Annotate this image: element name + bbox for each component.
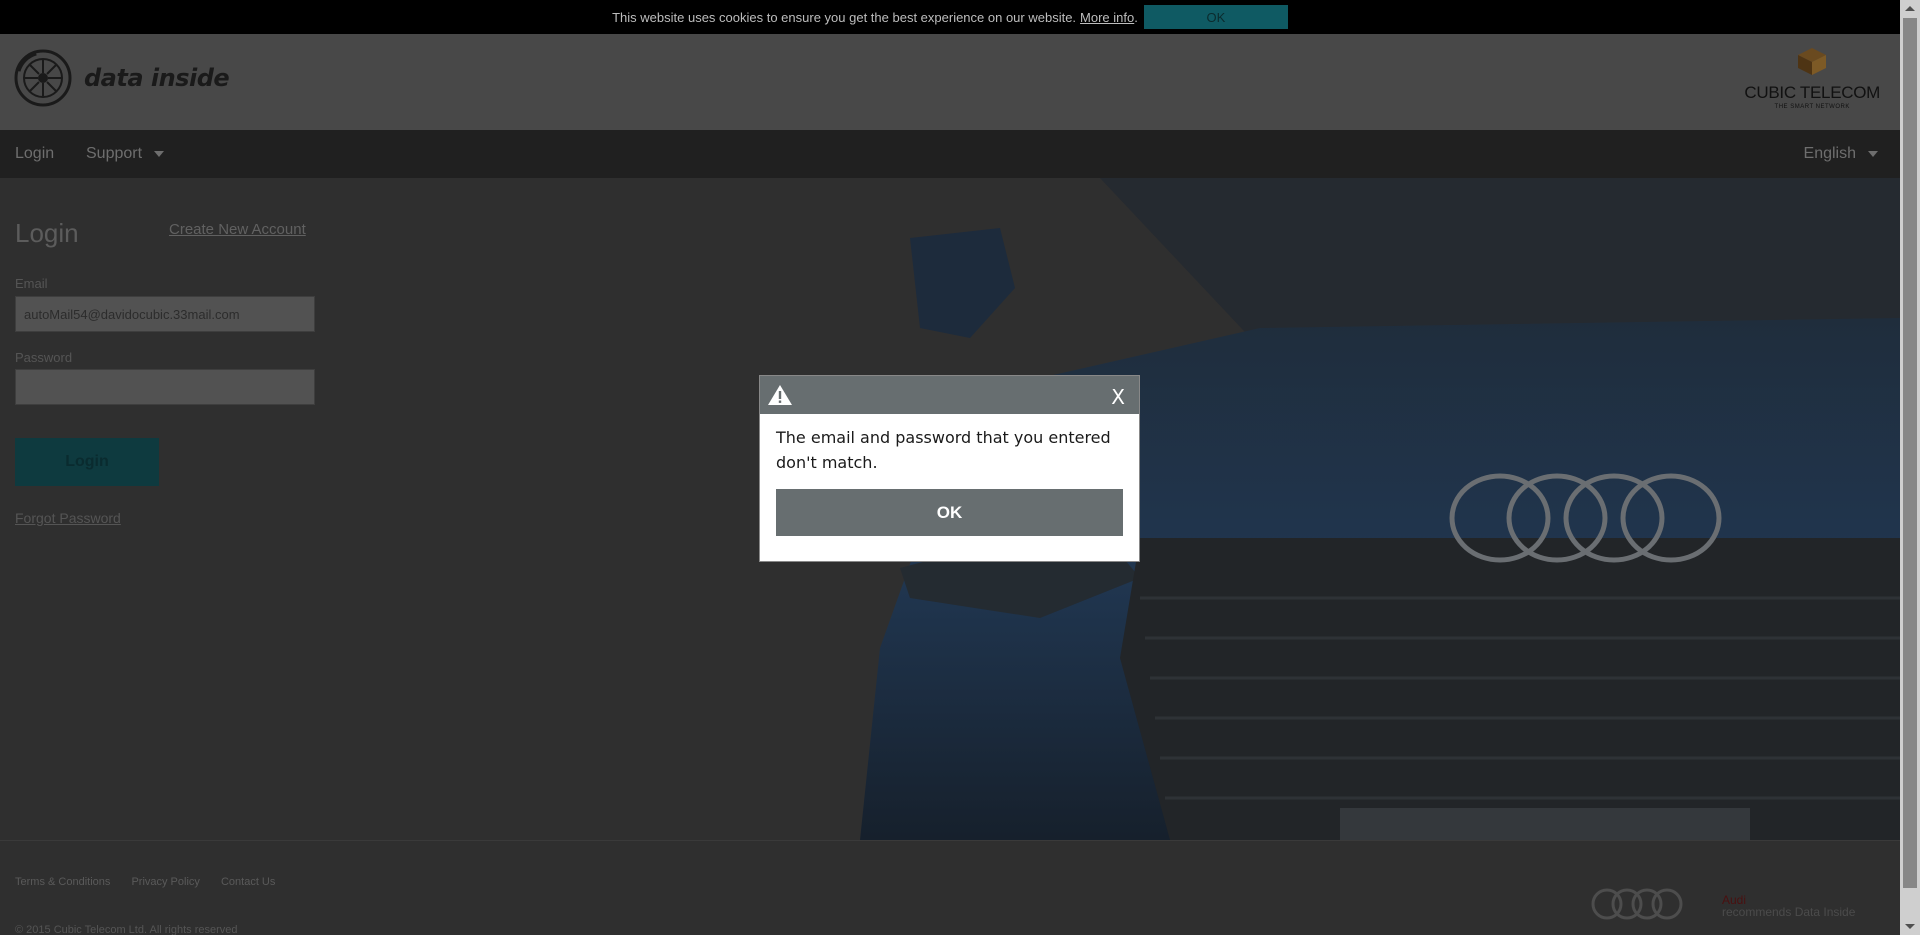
nav-support-label: Support — [86, 145, 143, 162]
chevron-down-icon — [154, 150, 165, 157]
password-field[interactable] — [15, 369, 315, 405]
language-select[interactable]: English — [1804, 145, 1878, 163]
language-label: English — [1803, 145, 1856, 162]
partner-name: CUBIC TELECOM — [1744, 83, 1880, 102]
cookie-ok-button[interactable]: OK — [1143, 5, 1288, 29]
dialog-header: X — [760, 376, 1139, 414]
cookie-message: This website uses cookies to ensure you … — [612, 9, 1077, 25]
data-inside-logo[interactable]: data inside — [14, 49, 230, 107]
app-name: data inside — [84, 64, 230, 92]
login-button[interactable]: Login — [15, 438, 159, 486]
partner-tagline: THE SMART NETWORK — [1774, 104, 1850, 110]
password-label: Password — [15, 350, 73, 365]
login-title: Login — [15, 218, 79, 248]
cube-icon — [1798, 48, 1827, 75]
header: data inside CUBIC TELECOM THE SMART NETW… — [0, 34, 1900, 130]
audi-tagline: recommends Data Inside — [1722, 905, 1856, 919]
scroll-up-icon[interactable] — [1905, 6, 1915, 11]
warning-icon — [768, 385, 792, 405]
terms-link[interactable]: Terms & Conditions — [15, 876, 110, 888]
chevron-down-icon — [1868, 150, 1878, 157]
wheel-logo-icon — [14, 49, 72, 107]
error-dialog: X The email and password that you entere… — [760, 376, 1139, 561]
contact-link[interactable]: Contact Us — [221, 876, 275, 888]
audi-rings-icon — [1591, 888, 1683, 920]
page-scrollbar[interactable] — [1900, 0, 1920, 935]
close-icon[interactable]: X — [1111, 385, 1125, 409]
scroll-down-icon[interactable] — [1905, 924, 1915, 929]
main-nav: Login Support English — [0, 130, 1900, 178]
forgot-password-link[interactable]: Forgot Password — [15, 510, 121, 526]
nav-support[interactable]: Support — [86, 145, 165, 163]
email-field[interactable] — [15, 296, 315, 332]
cubic-telecom-logo: CUBIC TELECOM THE SMART NETWORK — [1744, 46, 1880, 110]
audi-recommendation: Audi recommends Data Inside — [1722, 894, 1855, 918]
copyright: © 2015 Cubic Telecom Ltd. All rights res… — [15, 924, 238, 935]
privacy-link[interactable]: Privacy Policy — [131, 876, 199, 888]
dialog-ok-button[interactable]: OK — [776, 489, 1123, 536]
dialog-message: The email and password that you entered … — [776, 428, 1111, 472]
footer: Terms & Conditions Privacy Policy Contac… — [0, 840, 1900, 935]
create-account-link[interactable]: Create New Account — [169, 221, 306, 238]
nav-login[interactable]: Login — [15, 145, 54, 163]
more-info-link[interactable]: More info — [1080, 10, 1134, 25]
footer-links: Terms & Conditions Privacy Policy Contac… — [15, 876, 293, 888]
email-label: Email — [15, 276, 48, 291]
cookie-bar: This website uses cookies to ensure you … — [0, 0, 1900, 34]
scrollbar-thumb[interactable] — [1903, 18, 1917, 888]
